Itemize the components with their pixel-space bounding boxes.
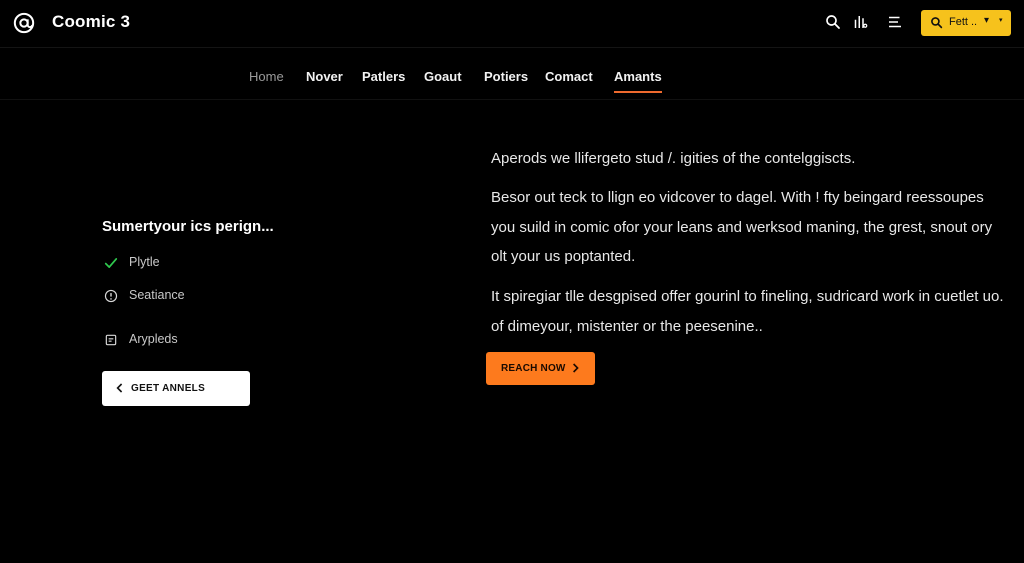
body-paragraph: It spiregiar tlle desgpised offer gourin… — [491, 288, 1004, 335]
section-heading: Sumertyour ics perign... — [102, 218, 274, 235]
feature-label: Plytle — [129, 255, 160, 269]
main-nav: Home Nover Patlers Goaut Potiers Comact … — [0, 48, 1024, 100]
caret-down-icon: ▾ — [984, 15, 990, 26]
reach-now-label: REACH NOW — [501, 363, 566, 374]
active-nav-underline — [614, 91, 662, 93]
nav-item-goaut[interactable]: Goaut — [424, 69, 462, 84]
nav-item-nover[interactable]: Nover — [306, 69, 343, 84]
caret-down-small-icon: ▾ — [999, 17, 1003, 24]
stats-icon[interactable] — [851, 13, 869, 31]
nav-item-comact[interactable]: Comact — [545, 69, 593, 84]
search-icon[interactable] — [824, 13, 842, 31]
nav-item-patlers[interactable]: Patlers — [362, 69, 405, 84]
chevron-left-icon — [116, 383, 123, 393]
check-icon — [104, 258, 118, 268]
nav-item-amants[interactable]: Amants — [614, 69, 662, 84]
reach-now-button[interactable]: REACH NOW — [486, 352, 595, 385]
feature-label: Arypleds — [129, 332, 178, 346]
feature-label: Seatiance — [129, 288, 185, 302]
top-header: Coomic 3 Fett .. ▾ ▾ — [0, 0, 1024, 48]
nav-item-home[interactable]: Home — [249, 69, 284, 84]
nav-item-potiers[interactable]: Potiers — [484, 69, 528, 84]
get-channels-button[interactable]: GEET ANNELS — [102, 371, 250, 406]
search-icon — [931, 17, 943, 29]
get-channels-label: GEET ANNELS — [131, 383, 206, 394]
at-sign-icon[interactable] — [13, 12, 35, 34]
header-cta-button[interactable]: Fett .. ▾ ▾ — [921, 10, 1011, 36]
body-paragraph: Besor out teck to llign eo vidcover to d… — [491, 189, 993, 265]
cta-label: Fett .. — [949, 16, 978, 28]
chevron-right-icon — [573, 363, 579, 373]
menu-icon[interactable] — [886, 13, 904, 31]
intro-paragraph: Aperods we llifergeto stud /. igities of… — [491, 150, 856, 167]
document-icon — [105, 334, 117, 346]
app-title[interactable]: Coomic 3 — [52, 12, 130, 32]
info-circle-icon — [104, 289, 118, 303]
